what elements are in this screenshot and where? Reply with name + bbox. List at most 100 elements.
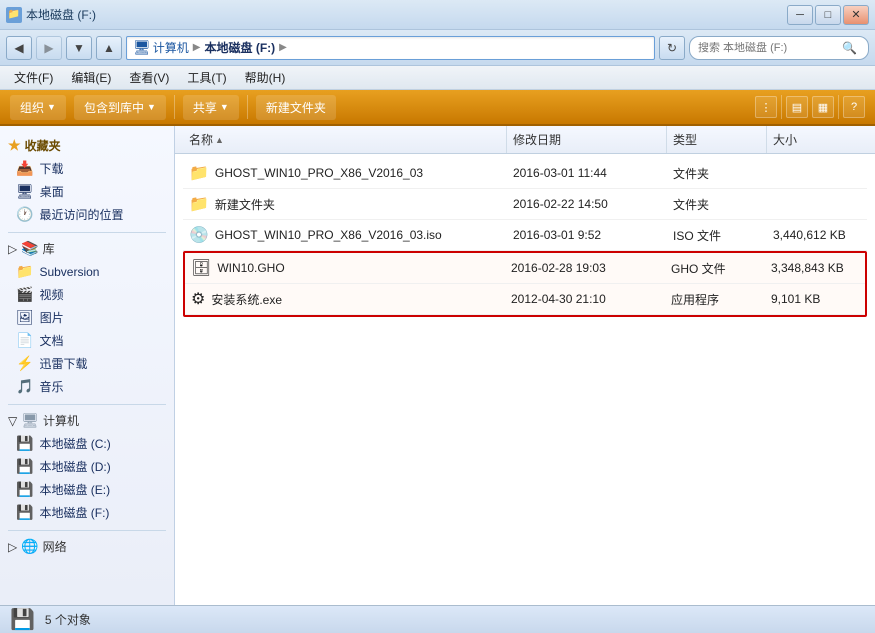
sidebar-item-download[interactable]: 📥 下载 xyxy=(0,157,174,180)
sidebar-item-subversion[interactable]: 📁 Subversion xyxy=(0,260,174,283)
sidebar-divider-3 xyxy=(8,530,166,531)
sidebar-network-header[interactable]: ▷ 🌐 网络 xyxy=(0,535,174,558)
table-row[interactable]: 📁 新建文件夹 2016-02-22 14:50 文件夹 xyxy=(183,189,867,220)
menu-file[interactable]: 文件(F) xyxy=(6,67,61,88)
sidebar-item-music[interactable]: 🎵 音乐 xyxy=(0,375,174,398)
file-size-cell: 3,348,843 KB xyxy=(765,258,865,278)
file-modified-cell: 2012-04-30 21:10 xyxy=(505,289,665,309)
sidebar-computer-section: ▽ 🖥 计算机 💾 本地磁盘 (C:) 💾 本地磁盘 (D:) 💾 本地磁盘 (… xyxy=(0,409,174,524)
sidebar-item-xunlei[interactable]: ⚡ 迅雷下载 xyxy=(0,352,174,375)
menu-edit[interactable]: 编辑(E) xyxy=(63,67,119,88)
organize-button[interactable]: 组织 ▼ xyxy=(10,95,66,120)
file-type-icon: 📁 xyxy=(189,163,209,183)
file-type-cell: 应用程序 xyxy=(665,288,765,311)
sidebar-item-disk-e[interactable]: 💾 本地磁盘 (E:) xyxy=(0,478,174,501)
sidebar-item-videos[interactable]: 🎬 视频 xyxy=(0,283,174,306)
menu-bar: 文件(F) 编辑(E) 查看(V) 工具(T) 帮助(H) xyxy=(0,66,875,90)
sidebar-favorites-header[interactable]: ★ 收藏夹 xyxy=(0,134,174,157)
title-bar: 📁 本地磁盘 (F:) ─ □ ✕ xyxy=(0,0,875,30)
col-name-header[interactable]: 名称 ▲ xyxy=(183,126,507,153)
file-modified-date: 2016-02-22 14:50 xyxy=(513,197,608,211)
back-button[interactable]: ◀ xyxy=(6,36,32,60)
file-rows-container: 📁 GHOST_WIN10_PRO_X86_V2016_03 2016-03-0… xyxy=(183,158,867,317)
breadcrumb-sep-2: ▶ xyxy=(279,42,287,53)
menu-help[interactable]: 帮助(H) xyxy=(237,67,294,88)
pictures-icon: 🖼 xyxy=(16,309,34,326)
breadcrumb-bar: 🖥 计算机 ▶ 本地磁盘 (F:) ▶ xyxy=(126,36,655,60)
sidebar-item-desktop[interactable]: 🖥 桌面 xyxy=(0,180,174,203)
download-folder-icon: 📥 xyxy=(16,160,33,177)
file-type-icon: 💿 xyxy=(189,225,209,245)
address-bar: ◀ ▶ ▼ ▲ 🖥 计算机 ▶ 本地磁盘 (F:) ▶ ↻ 🔍 xyxy=(0,30,875,66)
sidebar-item-recent-places[interactable]: 🕐 最近访问的位置 xyxy=(0,203,174,226)
search-icon[interactable]: 🔍 xyxy=(842,41,857,55)
disk-f-icon: 💾 xyxy=(16,504,33,521)
file-type-icon: 📁 xyxy=(189,194,209,214)
file-size-cell xyxy=(767,170,867,176)
recent-places-icon: 🕐 xyxy=(16,206,33,223)
refresh-button[interactable]: ↻ xyxy=(659,36,685,60)
close-button[interactable]: ✕ xyxy=(843,5,869,25)
help-button[interactable]: ? xyxy=(843,96,865,118)
sidebar-item-documents[interactable]: 📄 文档 xyxy=(0,329,174,352)
search-bar: 🔍 xyxy=(689,36,869,60)
sidebar-divider-1 xyxy=(8,232,166,233)
minimize-button[interactable]: ─ xyxy=(787,5,813,25)
table-row[interactable]: ⚙ 安装系统.exe 2012-04-30 21:10 应用程序 9,101 K… xyxy=(185,284,865,315)
menu-view[interactable]: 查看(V) xyxy=(121,67,177,88)
include-library-button[interactable]: 包含到库中 ▼ xyxy=(74,95,166,120)
search-input[interactable] xyxy=(698,42,838,54)
sidebar-favorites-section: ★ 收藏夹 📥 下载 🖥 桌面 🕐 最近访问的位置 xyxy=(0,134,174,226)
toolbar-separator-2 xyxy=(247,95,248,119)
main-area: ★ 收藏夹 📥 下载 🖥 桌面 🕐 最近访问的位置 ▷ 📚 库 xyxy=(0,126,875,605)
forward-button[interactable]: ▶ xyxy=(36,36,62,60)
dropdown-button[interactable]: ▼ xyxy=(66,36,92,60)
window-title: 本地磁盘 (F:) xyxy=(26,6,96,23)
window-controls: ─ □ ✕ xyxy=(787,5,869,25)
sidebar-computer-header[interactable]: ▽ 🖥 计算机 xyxy=(0,409,174,432)
share-button[interactable]: 共享 ▼ xyxy=(183,95,239,120)
sidebar-item-disk-d[interactable]: 💾 本地磁盘 (D:) xyxy=(0,455,174,478)
file-area: 名称 ▲ 修改日期 类型 大小 📁 GHOST_WIN10_PRO_X86_V2… xyxy=(175,126,875,605)
sidebar-item-disk-f[interactable]: 💾 本地磁盘 (F:) xyxy=(0,501,174,524)
sidebar-item-disk-c[interactable]: 💾 本地磁盘 (C:) xyxy=(0,432,174,455)
menu-tools[interactable]: 工具(T) xyxy=(179,67,234,88)
up-button[interactable]: ▲ xyxy=(96,36,122,60)
new-folder-button[interactable]: 新建文件夹 xyxy=(256,95,336,120)
file-modified-cell: 2016-03-01 9:52 xyxy=(507,225,667,245)
maximize-button[interactable]: □ xyxy=(815,5,841,25)
view-list-button[interactable]: ▤ xyxy=(786,96,808,118)
file-type-icon: 🗄 xyxy=(191,258,211,278)
col-type-header[interactable]: 类型 xyxy=(667,126,767,153)
sidebar-item-pictures[interactable]: 🖼 图片 xyxy=(0,306,174,329)
file-size-cell xyxy=(767,201,867,207)
file-modified-cell: 2016-02-28 19:03 xyxy=(505,258,665,278)
file-size: 3,348,843 KB xyxy=(771,261,844,275)
table-row[interactable]: 🗄 WIN10.GHO 2016-02-28 19:03 GHO 文件 3,34… xyxy=(185,253,865,284)
file-modified-date: 2012-04-30 21:10 xyxy=(511,292,606,306)
file-modified-date: 2016-02-28 19:03 xyxy=(511,261,606,275)
file-type-cell: GHO 文件 xyxy=(665,257,765,280)
breadcrumb-current[interactable]: 本地磁盘 (F:) xyxy=(205,39,276,56)
disk-d-icon: 💾 xyxy=(16,458,33,475)
col-modified-header[interactable]: 修改日期 xyxy=(507,126,667,153)
toolbar: 组织 ▼ 包含到库中 ▼ 共享 ▼ 新建文件夹 ⋮ ▤ ▦ ? xyxy=(0,90,875,126)
file-list: 📁 GHOST_WIN10_PRO_X86_V2016_03 2016-03-0… xyxy=(175,154,875,605)
more-options-button[interactable]: ⋮ xyxy=(755,96,777,118)
sidebar-divider-2 xyxy=(8,404,166,405)
file-type-text: 应用程序 xyxy=(671,291,719,308)
favorites-star-icon: ★ xyxy=(8,137,21,154)
breadcrumb-computer[interactable]: 🖥 计算机 xyxy=(133,39,189,56)
desktop-icon: 🖥 xyxy=(16,183,34,200)
file-size: 3,440,612 KB xyxy=(773,228,846,242)
table-row[interactable]: 📁 GHOST_WIN10_PRO_X86_V2016_03 2016-03-0… xyxy=(183,158,867,189)
breadcrumb-sep-1: ▶ xyxy=(193,42,201,53)
view-details-button[interactable]: ▦ xyxy=(812,96,834,118)
toolbar-separator-4 xyxy=(838,95,839,119)
file-modified-cell: 2016-03-01 11:44 xyxy=(507,163,667,183)
title-bar-left: 📁 本地磁盘 (F:) xyxy=(6,6,96,23)
sidebar-library-header[interactable]: ▷ 📚 库 xyxy=(0,237,174,260)
table-row[interactable]: 💿 GHOST_WIN10_PRO_X86_V2016_03.iso 2016-… xyxy=(183,220,867,251)
col-size-header[interactable]: 大小 xyxy=(767,126,867,153)
music-icon: 🎵 xyxy=(16,378,33,395)
